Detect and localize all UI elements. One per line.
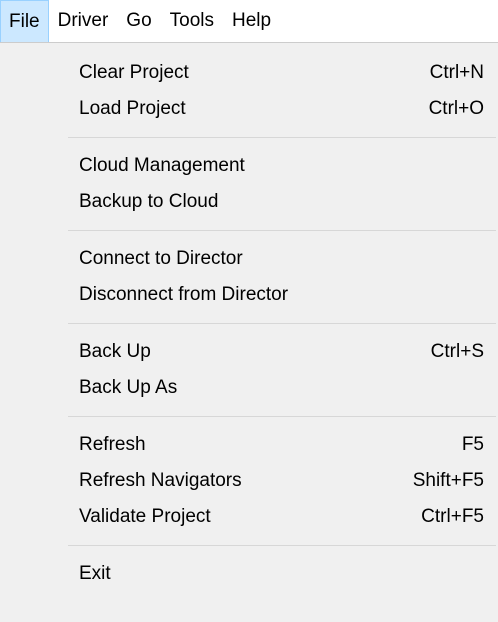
menu-item-connect-to-director[interactable]: Connect to Director [0, 241, 498, 277]
menu-item-label: Exit [79, 563, 111, 584]
menu-item-label: Refresh [79, 434, 146, 455]
menu-item-label: Back Up [79, 341, 151, 362]
menu-item-clear-project[interactable]: Clear Project Ctrl+N [0, 55, 498, 91]
file-dropdown-menu: Clear Project Ctrl+N Load Project Ctrl+O… [0, 42, 498, 622]
menu-item-cloud-management[interactable]: Cloud Management [0, 148, 498, 184]
menu-item-shortcut: F5 [461, 434, 484, 455]
menubar-file[interactable]: File [0, 0, 49, 42]
menu-item-label: Clear Project [79, 62, 189, 83]
menu-item-back-up[interactable]: Back Up Ctrl+S [0, 334, 498, 370]
menu-item-shortcut: Ctrl+N [429, 62, 484, 83]
menu-item-label: Backup to Cloud [79, 191, 219, 212]
menu-item-refresh-navigators[interactable]: Refresh Navigators Shift+F5 [0, 463, 498, 499]
menubar-tools[interactable]: Tools [161, 0, 223, 42]
menu-item-label: Refresh Navigators [79, 470, 242, 491]
menu-bar: File Driver Go Tools Help [0, 0, 498, 42]
menubar-go[interactable]: Go [117, 0, 160, 42]
menu-item-shortcut: Ctrl+F5 [421, 506, 484, 527]
menu-item-label: Disconnect from Director [79, 284, 289, 305]
menu-separator [68, 545, 496, 546]
menu-item-label: Validate Project [79, 506, 211, 527]
menu-separator [68, 416, 496, 417]
menu-separator [68, 323, 496, 324]
menu-item-label: Load Project [79, 98, 186, 119]
menu-item-shortcut: Ctrl+S [430, 341, 484, 362]
menu-separator [68, 230, 496, 231]
menu-item-refresh[interactable]: Refresh F5 [0, 427, 498, 463]
menubar-driver[interactable]: Driver [49, 0, 118, 42]
menu-item-label: Connect to Director [79, 248, 243, 269]
menu-item-shortcut: Shift+F5 [412, 470, 484, 491]
menu-item-backup-to-cloud[interactable]: Backup to Cloud [0, 184, 498, 220]
menu-item-back-up-as[interactable]: Back Up As [0, 370, 498, 406]
menu-item-exit[interactable]: Exit [0, 556, 498, 592]
menu-item-label: Back Up As [79, 377, 178, 398]
menu-item-disconnect-from-director[interactable]: Disconnect from Director [0, 277, 498, 313]
menubar-help[interactable]: Help [223, 0, 280, 42]
menu-item-label: Cloud Management [79, 155, 245, 176]
menu-item-shortcut: Ctrl+O [428, 98, 484, 119]
menu-items-container: Clear Project Ctrl+N Load Project Ctrl+O… [0, 43, 498, 592]
menu-item-load-project[interactable]: Load Project Ctrl+O [0, 91, 498, 127]
menu-separator [68, 137, 496, 138]
menu-item-validate-project[interactable]: Validate Project Ctrl+F5 [0, 499, 498, 535]
